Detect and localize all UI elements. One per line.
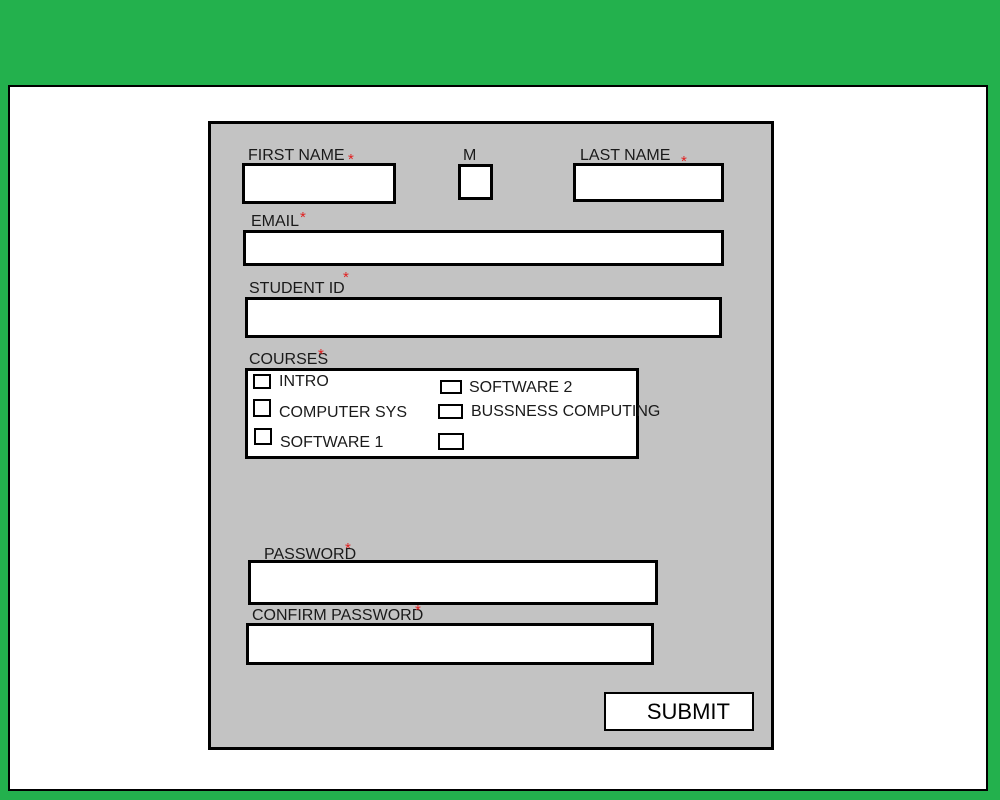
confirm-password-field[interactable] <box>246 623 654 665</box>
confirm-password-input[interactable] <box>249 626 651 662</box>
password-required-mark: * <box>345 540 351 557</box>
submit-button[interactable]: SUBMIT <box>604 692 754 731</box>
password-input[interactable] <box>251 563 655 602</box>
course-label-software-1: SOFTWARE 1 <box>280 434 384 451</box>
email-label: EMAIL <box>251 213 300 230</box>
email-required-mark: * <box>300 209 306 226</box>
course-checkbox-computer-sys[interactable] <box>253 399 271 417</box>
course-checkbox-unlabeled[interactable] <box>438 433 464 450</box>
courses-label: COURSES <box>249 351 329 368</box>
course-label-intro: INTRO <box>279 373 329 390</box>
middle-initial-input[interactable] <box>461 167 490 197</box>
last-name-input[interactable] <box>576 166 721 199</box>
email-input[interactable] <box>246 233 721 263</box>
password-field[interactable] <box>248 560 658 605</box>
confirm-password-required-mark: * <box>415 602 421 619</box>
middle-initial-field[interactable] <box>458 164 493 200</box>
middle-initial-label: M <box>463 147 477 164</box>
courses-required-mark: * <box>318 346 324 363</box>
course-checkbox-software-1[interactable] <box>254 428 272 445</box>
course-label-software-2: SOFTWARE 2 <box>469 379 573 396</box>
student-id-field[interactable] <box>245 297 722 338</box>
student-id-label: STUDENT ID <box>249 280 345 297</box>
student-id-input[interactable] <box>248 300 719 335</box>
email-field[interactable] <box>243 230 724 266</box>
course-label-computer-sys: COMPUTER SYS <box>279 404 408 421</box>
course-label-business-computing: BUSSNESS COMPUTING <box>471 403 661 420</box>
first-name-input[interactable] <box>245 166 393 201</box>
first-name-field[interactable] <box>242 163 396 204</box>
last-name-field[interactable] <box>573 163 724 202</box>
course-checkbox-intro[interactable] <box>253 374 271 389</box>
course-checkbox-business-computing[interactable] <box>438 404 463 419</box>
student-id-required-mark: * <box>343 269 349 286</box>
course-checkbox-software-2[interactable] <box>440 380 462 394</box>
